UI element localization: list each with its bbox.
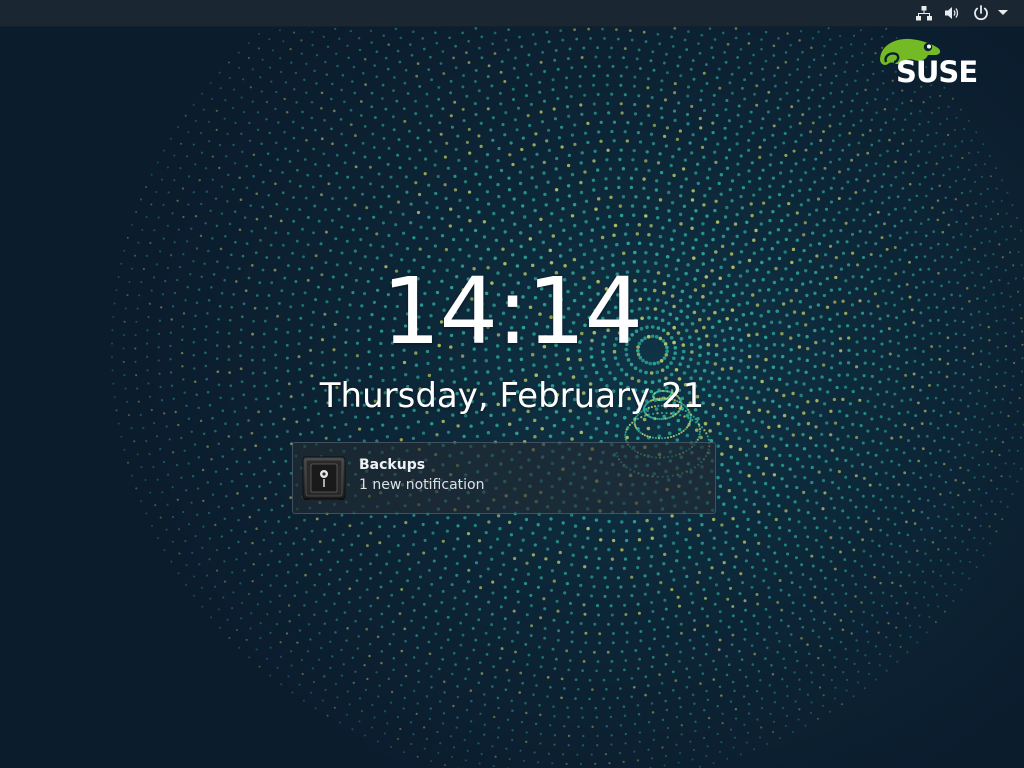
logo-text: SUSE [896, 55, 978, 89]
notification-body: 1 new notification [359, 477, 485, 493]
notification-title: Backups [359, 457, 426, 473]
network-wired-icon[interactable] [915, 4, 933, 22]
power-icon[interactable] [972, 4, 990, 22]
clock-time: 14:14 [381, 258, 643, 365]
suse-logo: SUSE [876, 36, 988, 90]
notification-card[interactable]: Backups 1 new notification [292, 442, 716, 514]
clock-date: Thursday, February 21 [319, 376, 705, 416]
menu-arrow-icon[interactable] [996, 8, 1010, 18]
lock-screen[interactable]: SUSE 14:14 Thursday, February 21 Backups… [0, 0, 1024, 768]
safe-icon [302, 456, 346, 500]
volume-icon[interactable] [943, 4, 961, 22]
top-bar [0, 0, 1024, 27]
